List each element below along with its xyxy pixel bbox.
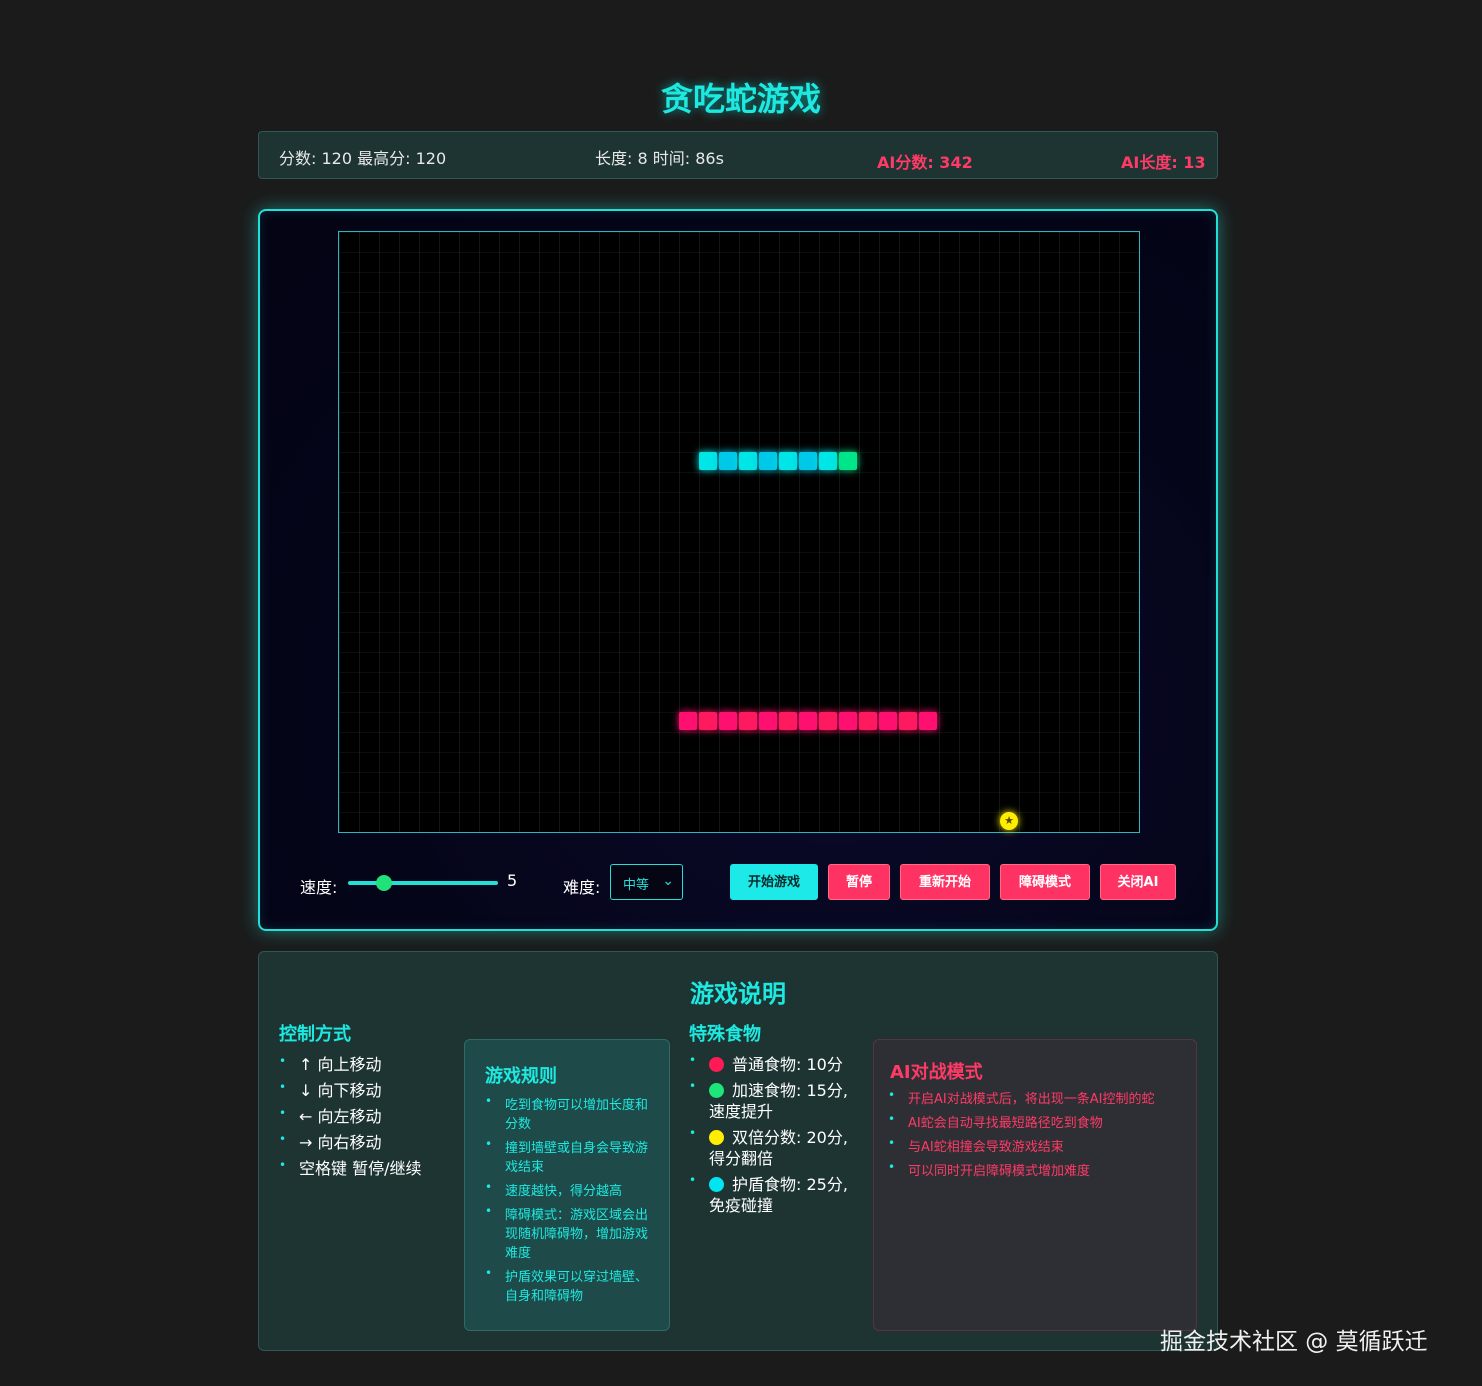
player-snake-segment: [839, 452, 857, 470]
rule-item: 撞到墙壁或自身会导致游戏结束: [485, 1135, 657, 1177]
ai-snake-segment: [779, 712, 797, 730]
ai-snake-segment: [739, 712, 757, 730]
chevron-down-icon: ⌄: [662, 873, 674, 889]
difficulty-label: 难度:: [563, 878, 601, 897]
control-item: ↓ 向下移动: [279, 1074, 421, 1104]
length-time-text: 长度: 8 时间: 86s: [595, 149, 724, 168]
player-snake-segment: [699, 452, 717, 470]
food-item: 双倍分数: 20分, 得分翻倍: [689, 1123, 857, 1169]
stats-bar: 分数: 120 最高分: 120 长度: 8 时间: 86s AI分数: 342…: [258, 131, 1218, 179]
star-food-icon: ★: [1000, 812, 1018, 830]
ai-snake-segment: [819, 712, 837, 730]
ai-mode-item: 开启AI对战模式后，将出现一条AI控制的蛇: [888, 1086, 1188, 1109]
difficulty-selected: 中等: [623, 878, 650, 893]
player-snake-segment: [799, 452, 817, 470]
foods-heading: 特殊食物: [689, 1024, 761, 1045]
toggle-ai-button[interactable]: 关闭AI: [1100, 864, 1176, 900]
ai-mode-card: AI对战模式 开启AI对战模式后，将出现一条AI控制的蛇AI蛇会自动寻找最短路径…: [873, 1039, 1197, 1331]
ai-snake-segment: [759, 712, 777, 730]
player-snake-segment: [719, 452, 737, 470]
ai-mode-item: 与AI蛇相撞会导致游戏结束: [888, 1134, 1188, 1157]
food-color-dot: [709, 1083, 724, 1098]
ai-snake-segment: [679, 712, 697, 730]
ai-mode-list: 开启AI对战模式后，将出现一条AI控制的蛇AI蛇会自动寻找最短路径吃到食物与AI…: [888, 1086, 1188, 1186]
food-item: 普通食物: 10分: [689, 1050, 857, 1075]
control-item: 空格键 暂停/继续: [279, 1152, 421, 1182]
page-title: 贪吃蛇游戏: [660, 80, 821, 118]
food-item: 加速食物: 15分, 速度提升: [689, 1076, 857, 1122]
food-label: 普通食物: 10分: [732, 1055, 843, 1074]
speed-slider[interactable]: [348, 881, 498, 885]
score-text: 分数: 120 最高分: 120: [279, 149, 447, 168]
ai-snake-segment: [719, 712, 737, 730]
ai-mode-item: 可以同时开启障碍模式增加难度: [888, 1158, 1188, 1181]
rules-card: 游戏规则 吃到食物可以增加长度和分数撞到墙壁或自身会导致游戏结束速度越快，得分越…: [464, 1039, 670, 1331]
player-snake-segment: [739, 452, 757, 470]
control-item: → 向右移动: [279, 1126, 421, 1156]
instructions-title: 游戏说明: [690, 980, 786, 1008]
ai-mode-heading: AI对战模式: [890, 1062, 983, 1083]
food-label: 加速食物: 15分, 速度提升: [709, 1081, 848, 1121]
ai-snake-segment: [879, 712, 897, 730]
food-label: 护盾食物: 25分, 免疫碰撞: [709, 1175, 848, 1215]
rule-item: 吃到食物可以增加长度和分数: [485, 1092, 657, 1134]
ai-snake-segment: [919, 712, 937, 730]
instructions-panel: 游戏说明 控制方式 ↑ 向上移动↓ 向下移动← 向左移动→ 向右移动空格键 暂停…: [258, 951, 1218, 1351]
rules-heading: 游戏规则: [485, 1066, 557, 1087]
pause-button[interactable]: 暂停: [828, 864, 890, 900]
control-item: ← 向左移动: [279, 1100, 421, 1130]
ai-length-text: AI长度: 13: [1121, 153, 1206, 172]
controls-heading: 控制方式: [279, 1024, 351, 1045]
food-color-dot: [709, 1057, 724, 1072]
start-button[interactable]: 开始游戏: [730, 864, 818, 900]
ai-snake-segment: [899, 712, 917, 730]
restart-button[interactable]: 重新开始: [900, 864, 990, 900]
speed-slider-thumb[interactable]: [376, 875, 392, 891]
ai-snake-segment: [859, 712, 877, 730]
game-canvas[interactable]: ★: [338, 231, 1140, 833]
rule-item: 障碍模式：游戏区域会出现随机障碍物，增加游戏难度: [485, 1202, 657, 1263]
ai-score-text: AI分数: 342: [877, 153, 973, 172]
player-snake-segment: [819, 452, 837, 470]
rules-list: 吃到食物可以增加长度和分数撞到墙壁或自身会导致游戏结束速度越快，得分越高障碍模式…: [485, 1092, 657, 1311]
food-color-dot: [709, 1177, 724, 1192]
speed-label: 速度:: [300, 878, 338, 897]
food-item: 护盾食物: 25分, 免疫碰撞: [689, 1170, 857, 1216]
obstacle-mode-button[interactable]: 障碍模式: [1000, 864, 1090, 900]
player-snake-segment: [779, 452, 797, 470]
speed-value: 5: [507, 871, 518, 890]
control-item: ↑ 向上移动: [279, 1048, 421, 1078]
watermark: 掘金技术社区 @ 莫循跃迁: [1160, 1329, 1428, 1355]
rule-item: 护盾效果可以穿过墙壁、自身和障碍物: [485, 1264, 657, 1306]
foods-list: 普通食物: 10分加速食物: 15分, 速度提升双倍分数: 20分, 得分翻倍护…: [689, 1050, 857, 1221]
ai-snake-segment: [699, 712, 717, 730]
ai-snake-segment: [799, 712, 817, 730]
food-label: 双倍分数: 20分, 得分翻倍: [709, 1128, 848, 1168]
rule-item: 速度越快，得分越高: [485, 1178, 657, 1201]
ai-mode-item: AI蛇会自动寻找最短路径吃到食物: [888, 1110, 1188, 1133]
difficulty-select[interactable]: 中等 ⌄: [610, 864, 683, 900]
ai-snake-segment: [839, 712, 857, 730]
food-color-dot: [709, 1130, 724, 1145]
player-snake-segment: [759, 452, 777, 470]
controls-list: ↑ 向上移动↓ 向下移动← 向左移动→ 向右移动空格键 暂停/继续: [279, 1048, 421, 1182]
game-container: ★ 速度: 5 难度: 中等 ⌄ 开始游戏 暂停 重新开始 障碍模式 关闭AI: [258, 209, 1218, 931]
